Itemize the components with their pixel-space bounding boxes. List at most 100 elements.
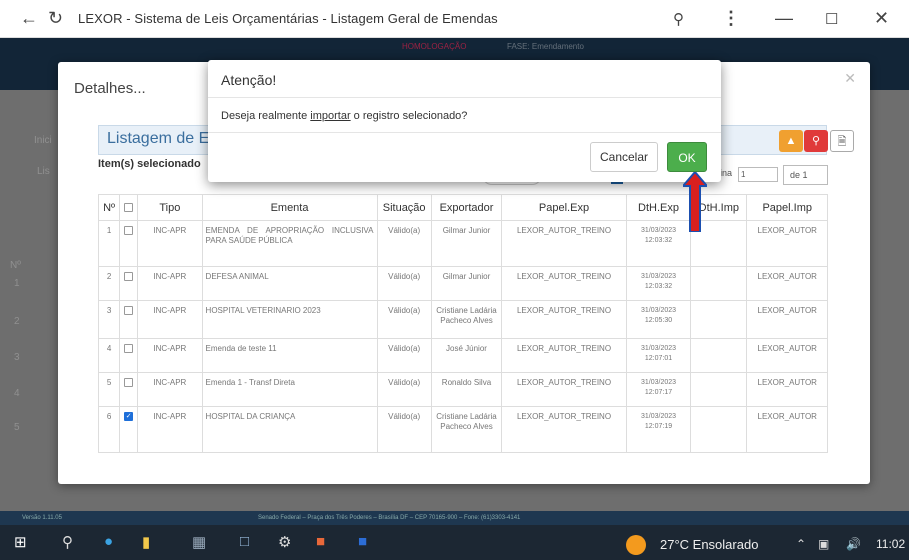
cell-select — [119, 266, 139, 301]
select-all-checkbox[interactable] — [124, 203, 134, 213]
row-checkbox[interactable] — [124, 344, 134, 354]
cell-ementa: Emenda 1 - Transf Direta — [201, 372, 378, 407]
reload-icon[interactable]: ↻ — [48, 8, 63, 29]
table-row[interactable]: 3 INC-APR HOSPITAL VETERINARIO 2023 Válido(… — [97, 300, 828, 339]
powerpoint-icon[interactable]: ■ — [316, 533, 325, 550]
table-row[interactable]: 2 INC-APR DEFESA ANIMAL Válido(a) Gilmar Jun… — [97, 266, 828, 301]
maximize-icon[interactable]: ☐ — [825, 10, 838, 28]
network-icon[interactable]: ▣ — [818, 537, 829, 551]
close-icon[interactable]: ✕ — [844, 70, 856, 87]
row-checkbox[interactable] — [124, 272, 134, 282]
cell-ementa: HOSPITAL DA CRIANÇA — [201, 406, 378, 453]
col-header-ementa[interactable]: Ementa — [201, 194, 378, 221]
cell-num: 5 — [97, 372, 121, 407]
message-text: Deseja realmente — [221, 110, 311, 122]
cell-dth-exp: 31/03/2023 12:03:32 — [625, 266, 692, 301]
col-header-papel-exp[interactable]: Papel.Exp — [501, 194, 627, 221]
message-action-word: importar — [310, 110, 351, 122]
col-header-exportador[interactable]: Exportador — [430, 194, 503, 221]
row-checkbox[interactable]: ✓ — [124, 412, 134, 422]
version-label: Versão 1.11.05 — [22, 515, 62, 521]
cell-ementa: HOSPITAL VETERINARIO 2023 — [201, 300, 378, 339]
cell-exportador: José Júnior — [430, 338, 503, 373]
annotation-arrow — [683, 172, 707, 232]
cell-papel-exp: LEXOR_AUTOR_TREINO — [501, 300, 627, 339]
row-checkbox[interactable] — [124, 306, 134, 316]
cell-exportador: Ronaldo Silva — [430, 372, 503, 407]
row-checkbox[interactable] — [124, 378, 134, 388]
edge-browser-icon[interactable]: ● — [104, 533, 113, 550]
modal-message: Deseja realmente importar o registro sel… — [221, 110, 467, 122]
cell-papel-imp: LEXOR_AUTOR — [746, 300, 828, 339]
lexor-app-icon[interactable]: □ — [240, 533, 249, 550]
message-text-end: o registro selecionado? — [350, 110, 468, 122]
col-header-num[interactable]: Nº — [97, 194, 121, 221]
minimize-icon[interactable]: — — [775, 8, 793, 29]
col-header-papel-imp[interactable]: Papel.Imp — [746, 194, 828, 221]
cell-tipo: INC-APR — [137, 372, 203, 407]
cell-num: 6 — [97, 406, 121, 453]
cell-tipo: INC-APR — [137, 266, 203, 301]
volume-icon[interactable]: 🔊 — [846, 537, 861, 551]
cell-select — [119, 372, 139, 407]
cell-dth-exp: 31/03/2023 12:05:30 — [625, 300, 692, 339]
cell-ementa: EMENDA DE APROPRIAÇÃO INCLUSIVA PARA SAÚ… — [201, 220, 378, 267]
back-arrow-icon[interactable]: ← — [20, 8, 38, 29]
settings-gear-icon[interactable]: ⚙ — [278, 533, 291, 551]
row-checkbox[interactable] — [124, 226, 134, 236]
cell-papel-imp: LEXOR_AUTOR — [746, 338, 828, 373]
col-header-dth-exp[interactable]: DtH.Exp — [625, 194, 692, 221]
modal-title: Atenção! — [221, 72, 277, 88]
cell-ementa: DEFESA ANIMAL — [201, 266, 378, 301]
cell-papel-imp: LEXOR_AUTOR — [746, 220, 828, 267]
clock[interactable]: 11:02 — [876, 537, 905, 551]
table-row[interactable]: 5 INC-APR Emenda 1 - Transf Direta Válido(a… — [97, 372, 828, 407]
windows-start-icon[interactable]: ⊞ — [14, 533, 27, 551]
ok-button[interactable]: OK — [667, 142, 707, 172]
cell-tipo: INC-APR — [137, 406, 203, 453]
col-header-tipo[interactable]: Tipo — [137, 194, 203, 221]
table-row[interactable]: 1 INC-APR EMENDA DE APROPRIAÇÃO INCLUSIVA … — [97, 220, 828, 267]
app-footer: Versão 1.11.05 Senado Federal – Praça do… — [0, 511, 909, 525]
close-window-icon[interactable]: ✕ — [874, 8, 889, 29]
col-header-select[interactable] — [119, 194, 139, 221]
cell-dth-imp — [690, 406, 748, 453]
cell-dth-exp: 31/03/2023 12:07:19 — [625, 406, 692, 453]
page-input[interactable]: 1 — [738, 167, 778, 182]
cancel-button[interactable]: Cancelar — [590, 142, 658, 172]
col-header-situacao[interactable]: Situação — [376, 194, 432, 221]
weather-sun-icon[interactable] — [626, 535, 646, 555]
cell-tipo: INC-APR — [137, 300, 203, 339]
upload-icon[interactable]: ▲ — [779, 130, 803, 152]
search-icon[interactable]: ⚲ — [62, 533, 73, 551]
document-icon[interactable]: 🗎 — [830, 130, 854, 152]
cell-situacao: Válido(a) — [376, 220, 432, 267]
cell-dth-exp: 31/03/2023 12:07:17 — [625, 372, 692, 407]
cell-tipo: INC-APR — [137, 338, 203, 373]
browser-titlebar: ← ↻ LEXOR - Sistema de Leis Orçamentária… — [0, 0, 909, 38]
details-title: Detalhes... — [74, 80, 146, 97]
cell-exportador: Gilmar Junior — [430, 220, 503, 267]
cell-situacao: Válido(a) — [376, 406, 432, 453]
more-menu-icon[interactable]: ⋮ — [722, 8, 740, 29]
word-icon[interactable]: ■ — [358, 533, 367, 550]
cell-ementa: Emenda de teste 11 — [201, 338, 378, 373]
table-row[interactable]: 6 ✓ INC-APR HOSPITAL DA CRIANÇA Válido(a) Cri… — [97, 406, 828, 453]
weather-text[interactable]: 27°C Ensolarado — [660, 537, 758, 552]
table-row[interactable]: 4 INC-APR Emenda de teste 11 Válido(a) José … — [97, 338, 828, 373]
modal-header: Atenção! — [208, 60, 721, 98]
zoom-icon[interactable]: ⚲ — [673, 10, 684, 28]
page-total: de 1 — [783, 165, 828, 185]
cell-num: 2 — [97, 266, 121, 301]
cell-situacao: Válido(a) — [376, 266, 432, 301]
file-explorer-icon[interactable]: ▮ — [142, 533, 150, 551]
cell-num: 4 — [97, 338, 121, 373]
chevron-up-icon[interactable]: ⌃ — [796, 537, 806, 551]
calendar-app-icon[interactable]: ▦ — [192, 533, 206, 551]
cell-papel-exp: LEXOR_AUTOR_TREINO — [501, 338, 627, 373]
cell-dth-exp: 31/03/2023 12:03:32 — [625, 220, 692, 267]
cell-papel-exp: LEXOR_AUTOR_TREINO — [501, 406, 627, 453]
cell-papel-exp: LEXOR_AUTOR_TREINO — [501, 266, 627, 301]
pin-icon[interactable]: ⚲ — [804, 130, 828, 152]
taskbar: ⊞ ⚲ ● ▮ ▦ □ ⚙ ■ ■ 27°C Ensolarado ⌃ ▣ 🔊 … — [0, 525, 909, 560]
